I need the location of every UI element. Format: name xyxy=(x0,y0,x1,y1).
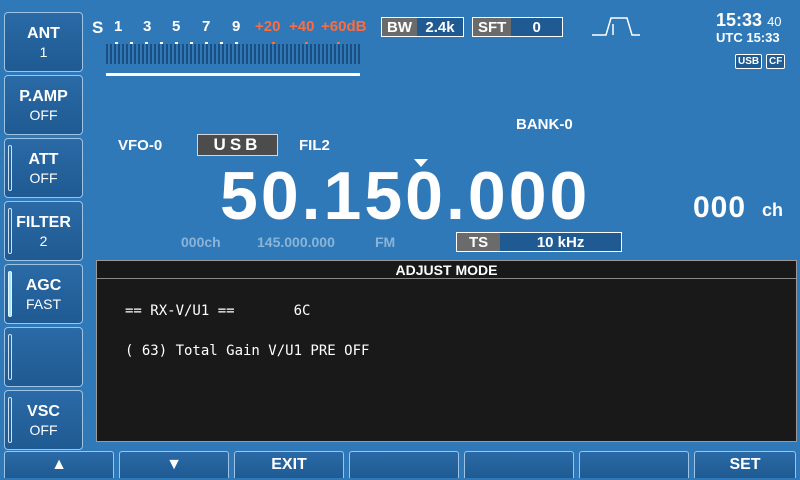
utc-label: UTC xyxy=(716,30,743,45)
adjust-line-2: ( 63) Total Gain V/U1 PRE OFF xyxy=(125,343,370,359)
sub-frequency: 145.000.000 xyxy=(257,234,335,250)
cf-tag: CF xyxy=(766,54,786,69)
s-tick-plus20: +20 xyxy=(255,18,281,35)
vsc-indicator xyxy=(8,397,12,443)
vsc-value: OFF xyxy=(29,421,58,438)
bw-box[interactable]: BW 2.4k xyxy=(381,17,464,37)
ts-box[interactable]: TS 10 kHz xyxy=(456,232,622,252)
blank-bottom-button-1[interactable] xyxy=(349,451,459,478)
adjust-mode-title: ADJUST MODE xyxy=(97,261,796,279)
preamp-button[interactable]: P.AMP OFF xyxy=(4,75,83,135)
main-frequency[interactable]: 50.150.000 xyxy=(220,160,590,232)
clock-time: 15:33 xyxy=(716,10,763,30)
vfo-label[interactable]: VFO-0 xyxy=(118,137,162,154)
ant-value: 1 xyxy=(39,43,48,60)
agc-button[interactable]: AGC FAST xyxy=(4,264,83,324)
ant-label: ANT xyxy=(27,24,60,42)
exit-button[interactable]: EXIT xyxy=(234,451,344,478)
sub-channel: 000ch xyxy=(181,234,221,250)
s-meter-scale: S 1 3 5 7 9 +20 +40 +60dB xyxy=(92,18,372,45)
filter-button[interactable]: FILTER 2 xyxy=(4,201,83,261)
agc-value: FAST xyxy=(25,295,61,312)
s-tick-5: 5 xyxy=(172,18,181,35)
memory-bank: BANK-0 xyxy=(516,116,573,133)
down-button[interactable]: ▼ xyxy=(119,451,229,478)
memory-channel-number: 000 xyxy=(693,191,747,224)
s-label: S xyxy=(92,18,104,37)
bw-value: 2.4k xyxy=(425,18,455,36)
s-meter-baseline xyxy=(106,73,360,76)
att-button[interactable]: ATT OFF xyxy=(4,138,83,198)
local-clock: 15:33 40 xyxy=(716,10,782,31)
att-indicator xyxy=(8,145,12,191)
s-tick-plus40: +40 xyxy=(289,18,315,35)
blank-bottom-button-3[interactable] xyxy=(579,451,689,478)
filter-value: 2 xyxy=(39,232,48,249)
filter-label: FILTER xyxy=(16,213,71,231)
filter-indicator xyxy=(8,208,12,254)
up-button[interactable]: ▲ xyxy=(4,451,114,478)
utc-clock: UTC 15:33 xyxy=(716,30,780,45)
s-tick-7: 7 xyxy=(202,18,211,35)
vsc-button[interactable]: VSC OFF xyxy=(4,390,83,450)
set-button[interactable]: SET xyxy=(694,451,796,478)
s-tick-9: 9 xyxy=(232,18,241,35)
utc-time: 15:33 xyxy=(746,30,780,45)
adjust-line-1: == RX-V/U1 == 6C xyxy=(125,303,311,319)
memory-channel-suffix: ch xyxy=(762,200,784,220)
agc-label: AGC xyxy=(25,276,62,294)
sub-mode: FM xyxy=(375,234,396,250)
ts-label: TS xyxy=(457,233,501,251)
att-label: ATT xyxy=(28,150,59,168)
mode-indicator[interactable]: USB xyxy=(197,134,278,156)
s-meter-bar xyxy=(106,44,362,64)
vsc-label: VSC xyxy=(27,402,60,420)
ant-button[interactable]: ANT 1 xyxy=(4,12,83,72)
adjust-mode-panel: ADJUST MODE == RX-V/U1 == 6C ( 63) Total… xyxy=(96,260,797,442)
att-value: OFF xyxy=(29,169,58,186)
ts-value: 10 kHz xyxy=(536,233,585,251)
blank-bottom-button-2[interactable] xyxy=(464,451,574,478)
bw-label: BW xyxy=(382,18,417,36)
usb-tag: USB xyxy=(735,54,763,69)
sft-value: 0 xyxy=(532,18,541,36)
blank-indicator xyxy=(8,334,12,380)
sft-label: SFT xyxy=(473,18,512,36)
s-tick-1: 1 xyxy=(114,18,123,35)
filter-indicator-label: FIL2 xyxy=(299,137,330,154)
passband-icon xyxy=(592,17,640,36)
preamp-label: P.AMP xyxy=(19,87,68,105)
sft-box[interactable]: SFT 0 xyxy=(472,17,563,37)
s-tick-3: 3 xyxy=(143,18,152,35)
s-tick-plus60: +60dB xyxy=(321,18,367,35)
preamp-value: OFF xyxy=(29,106,58,123)
blank-side-button[interactable] xyxy=(4,327,83,387)
agc-indicator xyxy=(8,271,12,317)
clock-seconds: 40 xyxy=(767,14,782,29)
